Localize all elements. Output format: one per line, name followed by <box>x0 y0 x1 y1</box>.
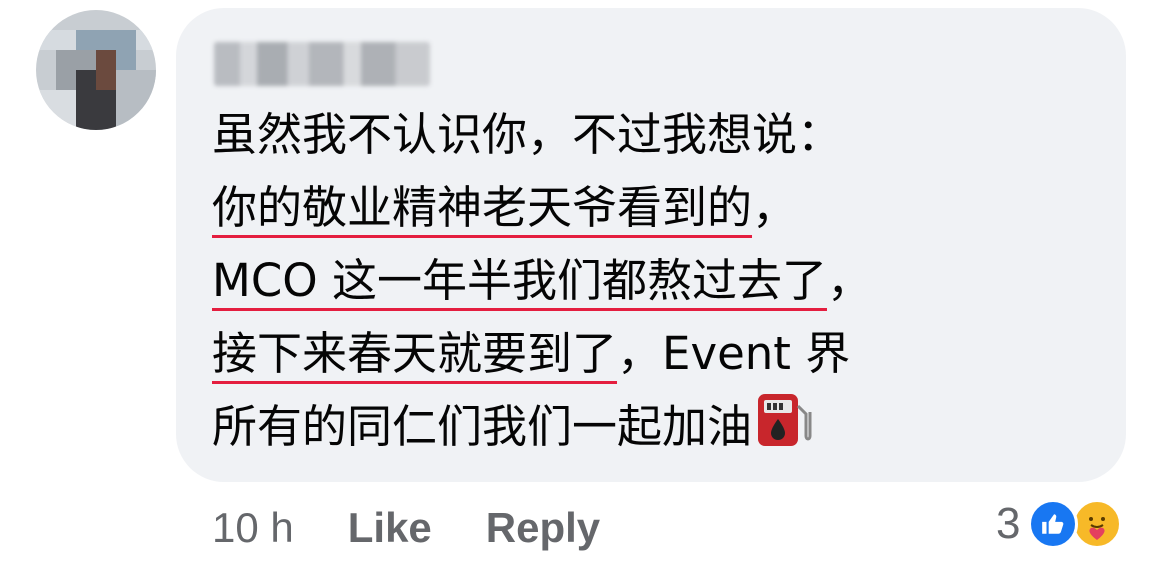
comment-bubble: 虽然我不认识你，不过我想说： 你的敬业精神老天爷看到的， MCO 这一年半我们都… <box>176 8 1126 482</box>
comment-text-segment: 所有的同仁们我们一起加油 <box>212 400 753 453</box>
comment-container: 虽然我不认识你，不过我想说： 你的敬业精神老天爷看到的， MCO 这一年半我们都… <box>0 0 1170 561</box>
timestamp[interactable]: 10 h <box>212 504 294 552</box>
avatar-pixel <box>116 70 156 130</box>
reaction-summary[interactable]: 3 <box>996 494 1123 554</box>
comment-line: MCO 这一年半我们都熬过去了， <box>212 244 1112 317</box>
author-name-blurred[interactable] <box>214 42 430 86</box>
fuel-pump-icon <box>756 392 814 469</box>
comment-actions: 10 h Like Reply <box>212 500 654 556</box>
comment-punctuation: ， <box>752 181 798 234</box>
underlined-text: MCO 这一年半我们都熬过去了 <box>212 254 827 307</box>
care-icon <box>1072 499 1123 549</box>
comment-text: 虽然我不认识你，不过我想说： 你的敬业精神老天爷看到的， MCO 这一年半我们都… <box>212 98 1112 469</box>
comment-text-segment: ，Event 界 <box>617 327 851 380</box>
avatar[interactable] <box>36 10 156 130</box>
avatar-pixel <box>36 90 76 130</box>
comment-line: 所有的同仁们我们一起加油 <box>212 390 1112 469</box>
like-icon <box>1028 499 1079 549</box>
comment-line: 接下来春天就要到了，Event 界 <box>212 317 1112 390</box>
underlined-text: 你的敬业精神老天爷看到的 <box>212 181 753 234</box>
like-button[interactable]: Like <box>348 504 432 552</box>
reply-button[interactable]: Reply <box>486 504 600 552</box>
avatar-pixel <box>96 50 116 90</box>
underlined-text: 接下来春天就要到了 <box>212 327 618 380</box>
comment-punctuation: ， <box>826 254 872 307</box>
reaction-count: 3 <box>996 499 1021 548</box>
comment-line: 虽然我不认识你，不过我想说： <box>212 108 843 161</box>
comment-line: 你的敬业精神老天爷看到的， <box>212 171 1112 244</box>
